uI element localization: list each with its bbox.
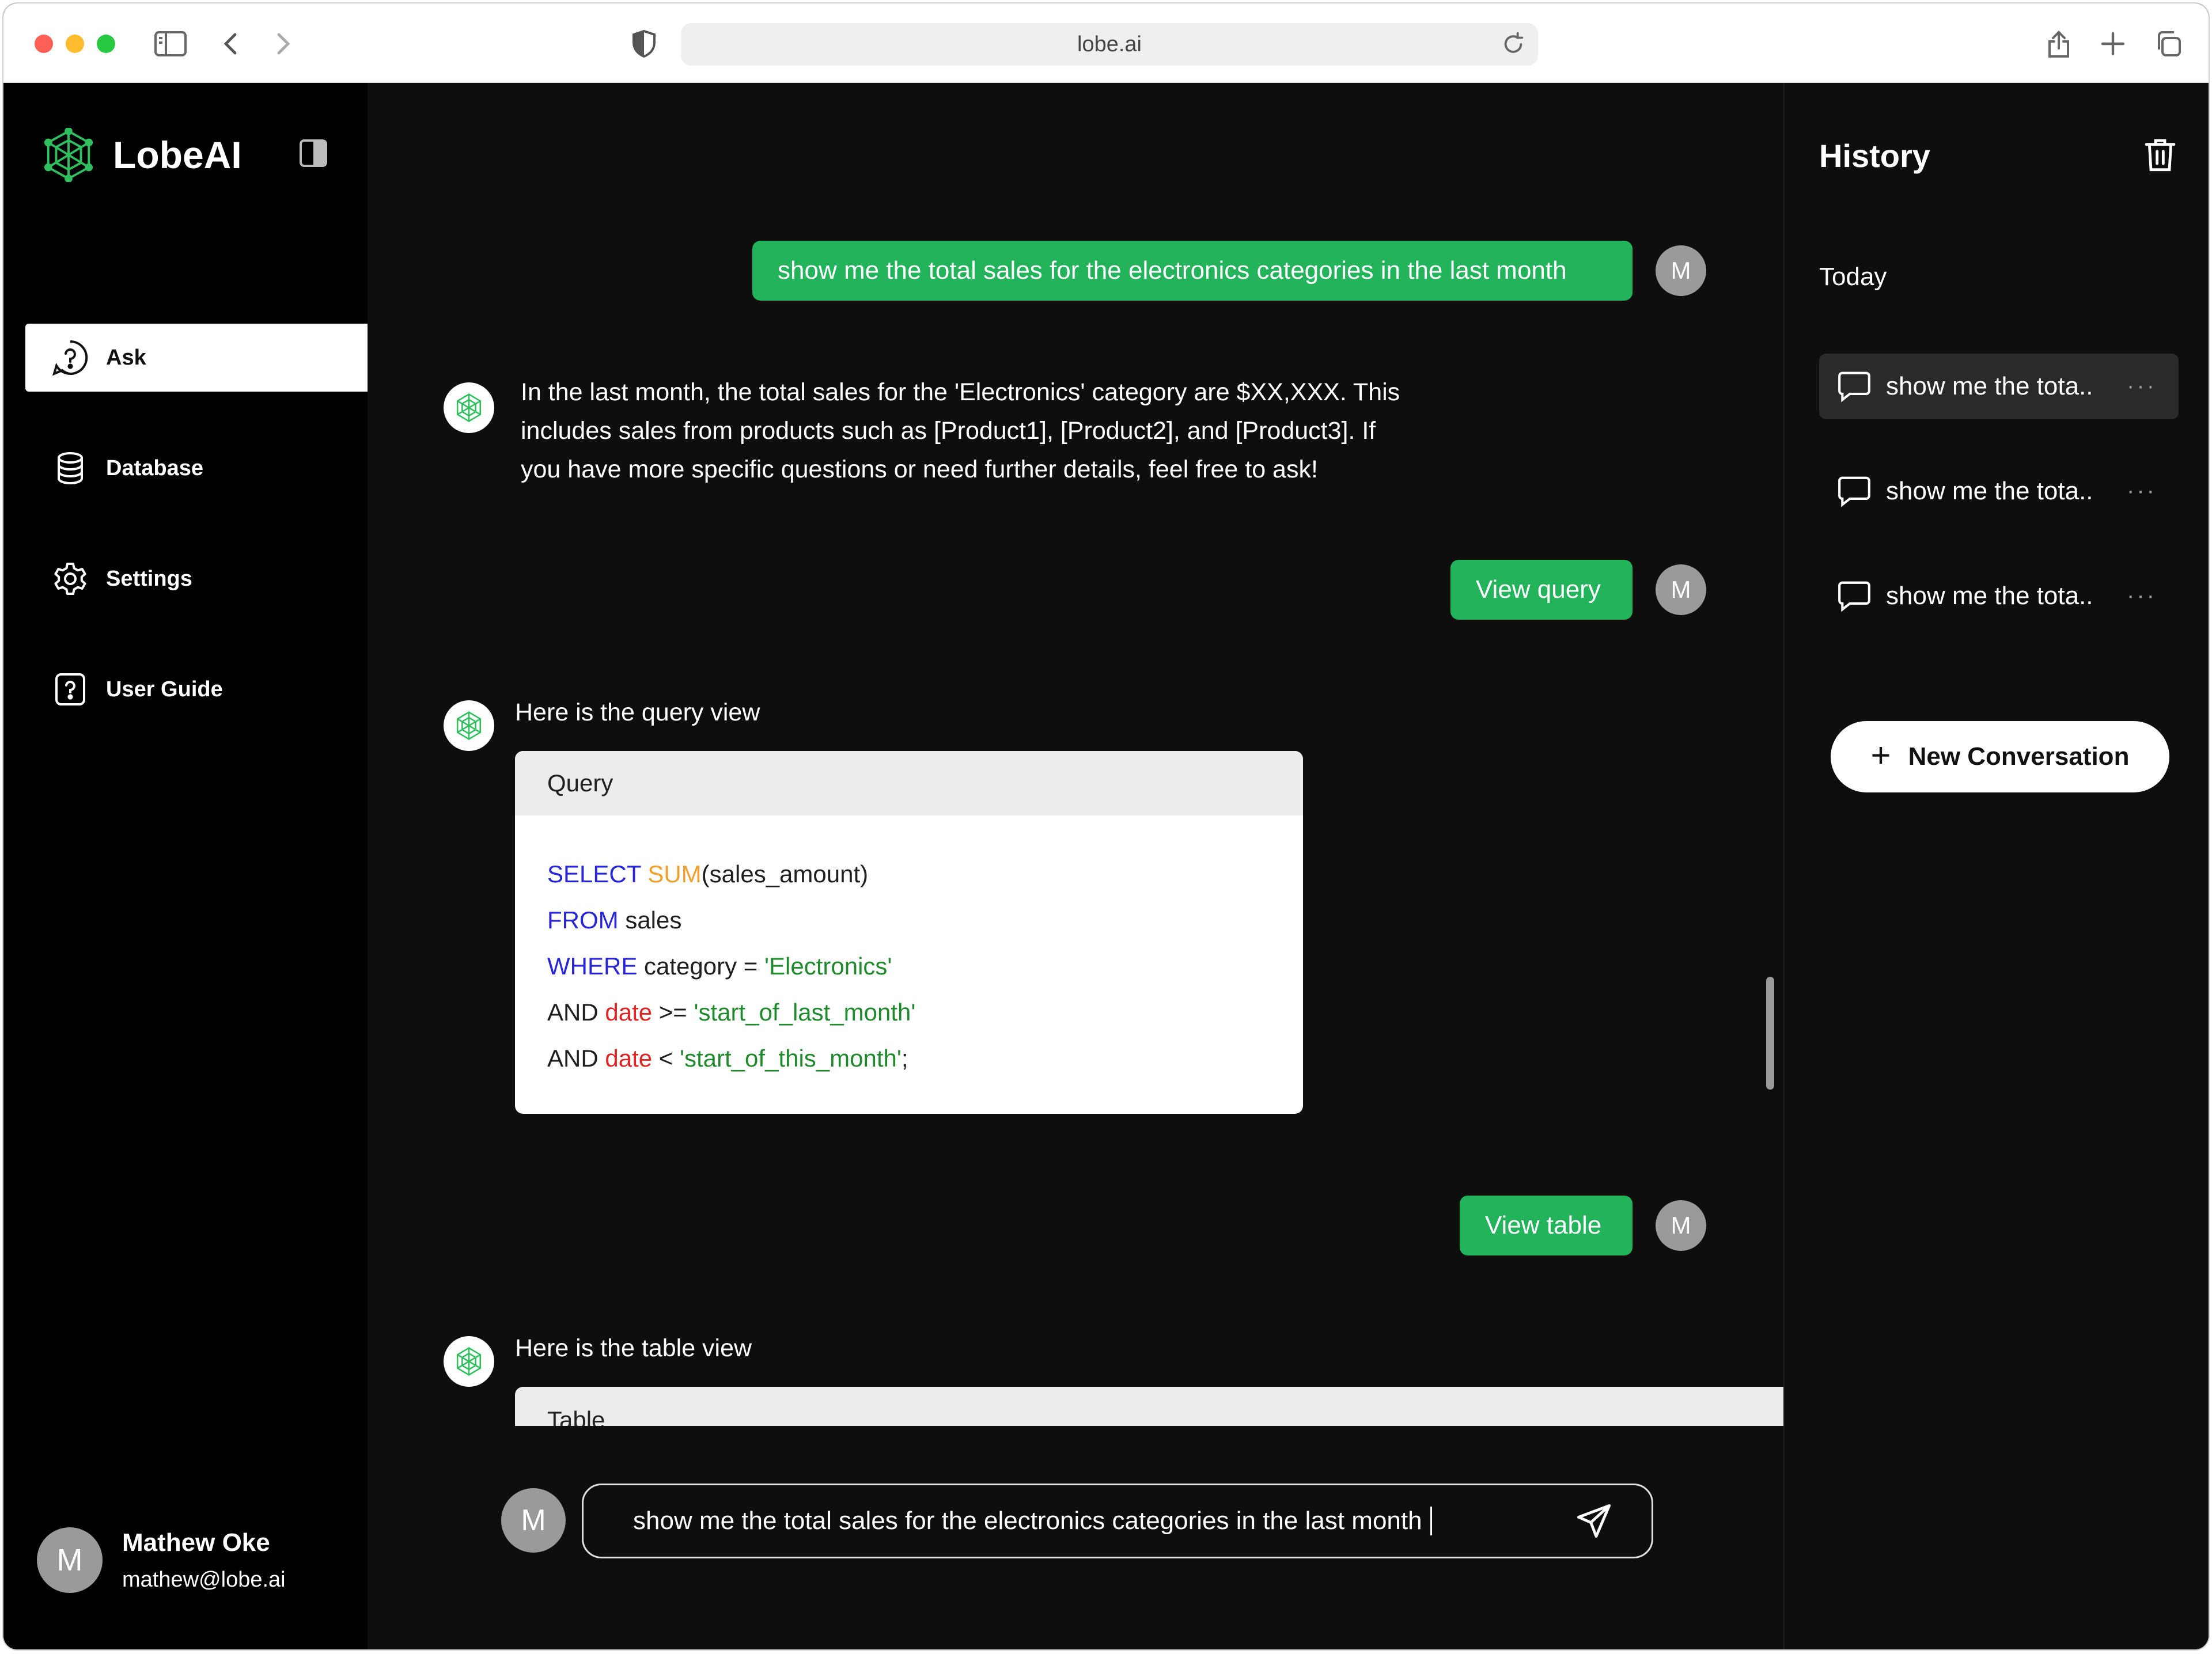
history-item[interactable]: show me the tota.. ··· bbox=[1819, 458, 2179, 524]
nav-label: Ask bbox=[106, 345, 146, 370]
privacy-shield-icon[interactable] bbox=[627, 26, 661, 61]
chat-bubble-icon bbox=[1838, 476, 1870, 507]
more-options-icon[interactable]: ··· bbox=[2127, 478, 2157, 504]
nav-item-user-guide[interactable]: User Guide bbox=[25, 655, 368, 723]
history-item-label: show me the tota.. bbox=[1886, 477, 2093, 505]
lobeai-logo-icon bbox=[44, 128, 93, 182]
nav-label: User Guide bbox=[106, 677, 223, 701]
code-line: FROM sales bbox=[547, 906, 682, 934]
bot-message-line: you have more specific questions or need… bbox=[521, 456, 1318, 483]
more-options-icon[interactable]: ··· bbox=[2127, 373, 2157, 399]
chat-messages[interactable]: show me the total sales for the electron… bbox=[368, 83, 1783, 1426]
share-icon[interactable] bbox=[2041, 26, 2076, 61]
trash-icon[interactable] bbox=[2142, 136, 2179, 173]
lobeai-logo-icon bbox=[456, 1347, 482, 1376]
gear-icon bbox=[54, 563, 86, 595]
sidebar-toggle-icon[interactable] bbox=[153, 26, 188, 61]
bot-message-line: includes sales from products such as [Pr… bbox=[521, 417, 1376, 445]
avatar: M bbox=[37, 1527, 103, 1593]
address-bar[interactable]: lobe.ai bbox=[681, 23, 1538, 66]
bot-avatar bbox=[444, 700, 494, 751]
reload-icon[interactable] bbox=[1500, 31, 1527, 58]
nav-item-database[interactable]: Database bbox=[25, 434, 368, 502]
history-item[interactable]: show me the tota.. ··· bbox=[1819, 563, 2179, 629]
avatar: M bbox=[501, 1488, 566, 1553]
history-title: History bbox=[1819, 138, 1930, 174]
query-card: Query SELECT SUM(sales_amount) FROM sale… bbox=[515, 751, 1303, 1114]
nav-label: Settings bbox=[106, 566, 192, 591]
bot-message-line: In the last month, the total sales for t… bbox=[521, 378, 1400, 406]
history-item[interactable]: show me the tota.. ··· bbox=[1819, 354, 2179, 419]
help-square-icon bbox=[55, 673, 85, 705]
user-message: show me the total sales for the electron… bbox=[752, 241, 1633, 301]
app-name: LobeAI bbox=[113, 134, 242, 176]
bot-message: In the last month, the total sales for t… bbox=[521, 373, 1400, 489]
database-icon bbox=[58, 452, 83, 485]
code-line: AND date < 'start_of_this_month'; bbox=[547, 1045, 908, 1072]
browser-toolbar: lobe.ai bbox=[3, 3, 2209, 83]
send-icon[interactable] bbox=[1575, 1503, 1612, 1539]
help-circle-icon bbox=[52, 340, 88, 376]
chat-area: show me the total sales for the electron… bbox=[368, 83, 1783, 1649]
minimize-window-button[interactable] bbox=[66, 35, 84, 53]
user-name: Mathew Oke bbox=[122, 1528, 270, 1557]
more-options-icon[interactable]: ··· bbox=[2127, 583, 2157, 609]
sql-code: SELECT SUM(sales_amount) FROM sales WHER… bbox=[515, 815, 1303, 1082]
history-item-label: show me the tota.. bbox=[1886, 582, 2093, 610]
close-window-button[interactable] bbox=[35, 35, 53, 53]
table-card-title: Table bbox=[547, 1406, 605, 1426]
history-panel: History Today show me the tota.. ··· sho… bbox=[1783, 83, 2209, 1649]
query-card-title: Query bbox=[515, 751, 1303, 815]
new-conversation-button[interactable]: + New Conversation bbox=[1831, 721, 2169, 792]
user-profile[interactable]: M Mathew Oke mathew@lobe.ai bbox=[37, 1527, 286, 1593]
lobeai-logo-icon bbox=[456, 711, 482, 740]
table-intro-text: Here is the table view bbox=[515, 1334, 752, 1362]
view-query-button[interactable]: View query bbox=[1450, 560, 1633, 620]
user-email: mathew@lobe.ai bbox=[122, 1567, 286, 1592]
left-sidebar: LobeAI Ask Database Settings User Guide … bbox=[3, 83, 368, 1649]
forward-icon[interactable] bbox=[266, 26, 301, 61]
chat-input-value: show me the total sales for the electron… bbox=[633, 1507, 1422, 1535]
new-tab-icon[interactable] bbox=[2096, 26, 2130, 61]
zoom-window-button[interactable] bbox=[97, 35, 115, 53]
nav-label: Database bbox=[106, 456, 203, 480]
bot-avatar bbox=[444, 1336, 494, 1387]
tab-overview-icon[interactable] bbox=[2151, 26, 2186, 61]
history-item-label: show me the tota.. bbox=[1886, 372, 2093, 400]
browser-window: lobe.ai LobeAI Ask Database Settings Use… bbox=[2, 2, 2210, 1651]
history-section-today: Today bbox=[1819, 263, 1887, 291]
avatar: M bbox=[1656, 564, 1706, 615]
code-line: SELECT SUM(sales_amount) bbox=[547, 860, 869, 887]
nav-item-settings[interactable]: Settings bbox=[25, 545, 368, 613]
avatar: M bbox=[1656, 1200, 1706, 1251]
url-text: lobe.ai bbox=[1077, 32, 1142, 56]
code-line: WHERE category = 'Electronics' bbox=[547, 953, 892, 980]
back-icon[interactable] bbox=[213, 26, 248, 61]
query-intro-text: Here is the query view bbox=[515, 699, 760, 726]
code-line: AND date >= 'start_of_last_month' bbox=[547, 999, 916, 1026]
view-table-button[interactable]: View table bbox=[1460, 1196, 1633, 1255]
plus-icon: + bbox=[1870, 735, 1891, 775]
brand: LobeAI bbox=[41, 128, 242, 182]
collapse-sidebar-icon[interactable] bbox=[300, 139, 327, 167]
text-caret bbox=[1430, 1507, 1432, 1535]
chat-bubble-icon bbox=[1838, 581, 1870, 612]
table-card: Table bbox=[515, 1387, 1783, 1426]
nav-item-ask[interactable]: Ask bbox=[25, 324, 368, 392]
chat-scrollbar[interactable] bbox=[1766, 977, 1774, 1090]
avatar: M bbox=[1656, 245, 1706, 296]
chat-bubble-icon bbox=[1838, 371, 1870, 403]
chat-input[interactable]: show me the total sales for the electron… bbox=[582, 1484, 1653, 1558]
new-conversation-label: New Conversation bbox=[1908, 742, 2130, 771]
lobeai-logo-icon bbox=[456, 393, 482, 422]
bot-avatar bbox=[444, 382, 494, 433]
